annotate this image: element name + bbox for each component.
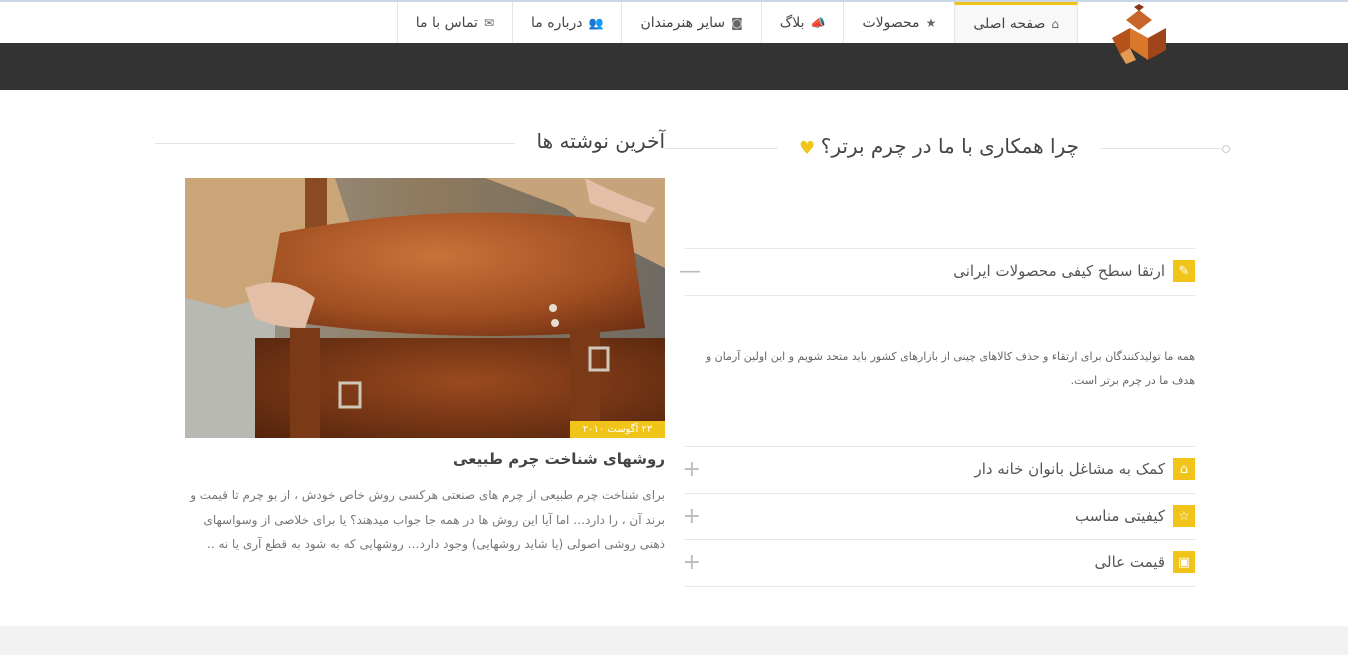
envelope-icon: ✉	[483, 15, 495, 30]
money-icon: ▣	[1173, 551, 1195, 573]
accordion-item-women-jobs[interactable]: ⌂ کمک به مشاغل بانوان خانه دار +	[683, 446, 1195, 492]
why-title-rule-right	[1100, 148, 1222, 149]
nav-item-2[interactable]: 📣 بلاگ	[760, 2, 844, 43]
heart-icon: ♥	[799, 138, 816, 159]
nav-item-label: محصولات	[862, 14, 920, 31]
nav-item-4[interactable]: 👥 درباره ما	[512, 2, 621, 43]
accordion-item-good-quality[interactable]: ☆ کیفیتی مناسب +	[683, 493, 1195, 539]
users-icon: 👥	[588, 15, 604, 30]
star-outline-icon: ☆	[1173, 505, 1195, 527]
nav-item-3[interactable]: ◙ سایر هنرمندان	[621, 2, 760, 43]
post-image-leather-bag[interactable]	[185, 178, 665, 438]
accordion-title: قیمت عالی	[1094, 553, 1165, 571]
post-title-link[interactable]: روشهای شناخت چرم طبیعی	[185, 450, 665, 468]
nav-item-0[interactable]: ⌂ صفحه اصلی	[954, 2, 1078, 43]
accordion-item-quality-upgrade[interactable]: ✎ ارتقا سطح کیفی محصولات ایرانی —	[679, 248, 1195, 294]
why-title: چرا همکاری با ما در چرم برتر؟	[820, 134, 1079, 158]
site-logo[interactable]	[1108, 4, 1170, 66]
nav-item-5[interactable]: ✉ تماس با ما	[396, 2, 512, 43]
main-menu: ⌂ صفحه اصلی ★ محصولات 📣 بلاگ ◙ سایر هنرمندان 👥 در…	[396, 2, 1078, 43]
expand-icon[interactable]: +	[683, 457, 701, 482]
expand-icon[interactable]: +	[683, 550, 701, 575]
collapse-icon[interactable]: —	[679, 259, 701, 284]
nav-item-label: سایر هنرمندان	[640, 14, 726, 31]
accordion-divider	[685, 295, 1195, 296]
post-date-badge: ۲۳ آگوست ۲۰۱۰	[570, 421, 665, 438]
accordion-divider	[685, 586, 1195, 587]
nav-item-label: صفحه اصلی	[973, 16, 1046, 32]
latest-title: آخرین نوشته ها	[536, 129, 665, 153]
footer-band	[0, 626, 1348, 655]
star-icon: ★	[925, 15, 937, 30]
home-icon: ⌂	[1173, 458, 1195, 480]
accordion-item-great-price[interactable]: ▣ قیمت عالی +	[683, 539, 1195, 585]
pencil-icon: ✎	[1173, 260, 1195, 282]
expand-icon[interactable]: +	[683, 504, 701, 529]
nav-item-label: درباره ما	[531, 14, 583, 31]
accordion-title: کیفیتی مناسب	[1074, 507, 1165, 525]
why-title-rule-left	[665, 148, 778, 149]
nav-item-label: بلاگ	[779, 14, 805, 31]
accordion-title: کمک به مشاغل بانوان خانه دار	[974, 460, 1166, 478]
camera-icon: ◙	[731, 15, 743, 30]
nav-item-label: تماس با ما	[415, 14, 478, 31]
bullhorn-icon: 📣	[810, 15, 826, 30]
post-excerpt: برای شناخت چرم طبیعی از چرم های صنعتی هر…	[190, 488, 665, 551]
nav-item-1[interactable]: ★ محصولات	[843, 2, 954, 43]
home-icon: ⌂	[1051, 17, 1059, 31]
accordion-body: همه ما تولیدکنندگان برای ارتقاء و حذف کا…	[705, 350, 1195, 387]
accordion-title: ارتقا سطح کیفی محصولات ایرانی	[953, 262, 1165, 280]
latest-title-rule	[155, 143, 515, 144]
title-ring-decor	[1222, 145, 1230, 153]
